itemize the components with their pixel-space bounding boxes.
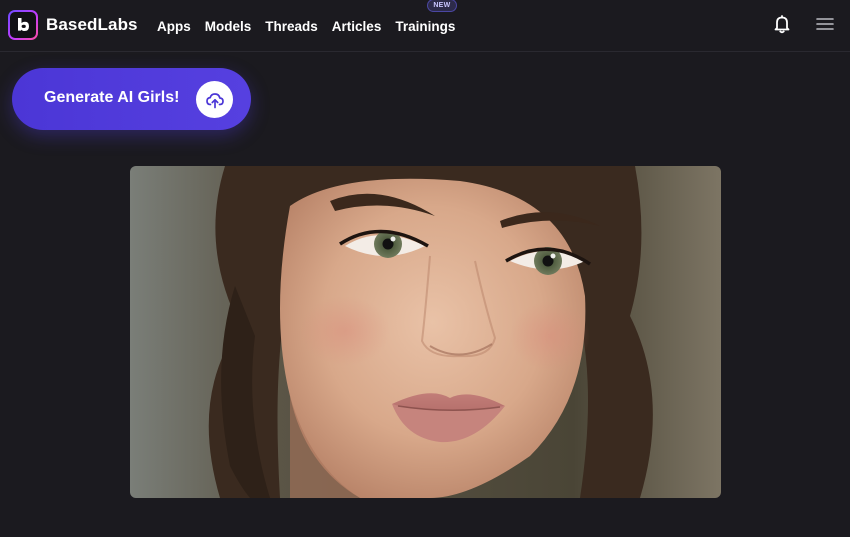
menu-button[interactable]: [815, 15, 835, 35]
nav-item-apps[interactable]: Apps: [157, 19, 191, 34]
bell-icon: [772, 14, 792, 37]
nav-item-trainings[interactable]: Trainings NEW: [395, 0, 457, 34]
nav-item-articles[interactable]: Articles: [332, 19, 382, 34]
generate-ai-girls-button[interactable]: Generate AI Girls!: [12, 68, 251, 130]
brand-name: BasedLabs: [46, 15, 138, 34]
brand-logo-link[interactable]: BasedLabs: [8, 10, 138, 40]
notifications-button[interactable]: [771, 14, 793, 36]
new-badge: NEW: [427, 0, 457, 12]
generate-button-label: Generate AI Girls!: [44, 89, 180, 106]
portrait-photo: [130, 166, 721, 498]
upload-cloud-icon: [196, 81, 233, 118]
basedlabs-logo-icon: [8, 10, 38, 40]
nav-item-models[interactable]: Models: [205, 19, 252, 34]
top-navigation-bar: BasedLabs Apps Models Threads Articles T…: [0, 0, 850, 52]
nav-item-trainings-label: Trainings: [395, 18, 456, 34]
hamburger-menu-icon: [816, 17, 834, 34]
nav-item-threads[interactable]: Threads: [265, 19, 318, 34]
main-nav: Apps Models Threads Articles Trainings N…: [157, 0, 469, 52]
